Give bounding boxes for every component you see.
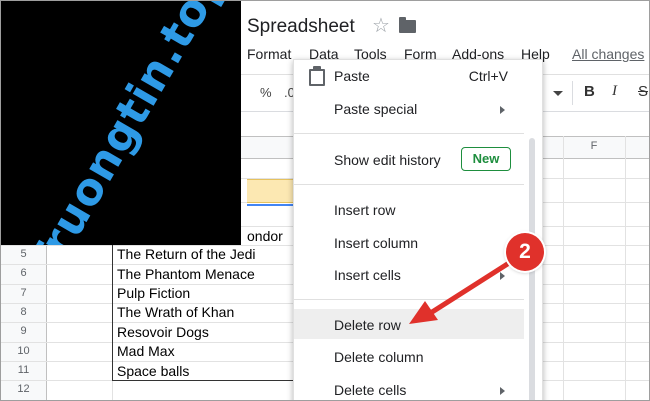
- annotation-arrow: [409, 260, 512, 324]
- step-callout-badge: 2: [506, 233, 544, 271]
- screenshot-frame: Spreadsheet ☆ Format Data Tools Form Add…: [0, 0, 650, 401]
